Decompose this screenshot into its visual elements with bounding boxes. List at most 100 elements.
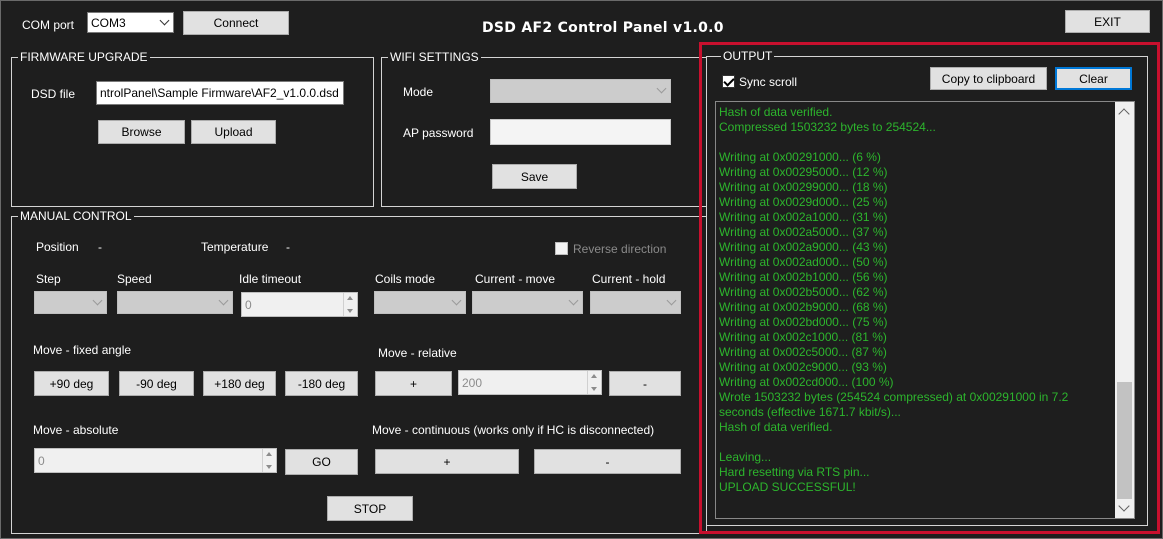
continuous-minus-button[interactable]: - — [534, 449, 681, 474]
continuous-label: Move - continuous (works only if HC is d… — [372, 423, 655, 437]
chevron-down-icon — [666, 295, 677, 305]
spin-down-icon — [347, 309, 353, 313]
position-value: - — [98, 240, 102, 254]
output-title: OUTPUT — [721, 49, 775, 63]
output-log[interactable]: Hash of data verified. Compressed 1503232… — [715, 101, 1135, 519]
wifi-save-button[interactable]: Save — [492, 164, 577, 189]
step-label: Step — [36, 272, 61, 286]
wifi-mode-select[interactable] — [490, 79, 671, 103]
log-line: Writing at 0x002b9000... (68 %) — [719, 300, 888, 314]
wifi-mode-label: Mode — [403, 85, 434, 99]
relative-steps-value: 200 — [462, 375, 483, 390]
relative-steps-stepper[interactable]: 200 — [458, 370, 602, 395]
spin-buttons[interactable] — [262, 449, 276, 472]
exit-button[interactable]: EXIT — [1065, 10, 1150, 33]
minus-90-deg-button[interactable]: -90 deg — [119, 371, 194, 396]
log-line: Writing at 0x002a1000... (31 %) — [719, 210, 888, 224]
stop-button[interactable]: STOP — [327, 496, 413, 521]
log-line: Hash of data verified. — [719, 105, 833, 119]
step-select[interactable] — [34, 291, 107, 314]
chevron-down-icon — [218, 295, 229, 305]
plus-90-deg-button[interactable]: +90 deg — [34, 371, 109, 396]
reverse-direction-checkbox[interactable] — [555, 242, 568, 255]
spin-down-icon — [591, 387, 597, 391]
log-line: Writing at 0x00299000... (18 %) — [719, 180, 888, 194]
manual-control-title: MANUAL CONTROL — [18, 209, 134, 223]
spin-up-icon — [347, 296, 353, 300]
manual-control-group: MANUAL CONTROL — [11, 209, 707, 534]
log-line: Writing at 0x00295000... (12 %) — [719, 165, 888, 179]
com-port-select[interactable]: COM3 — [87, 12, 174, 33]
ap-password-label: AP password — [403, 126, 474, 140]
output-scrollbar[interactable] — [1115, 102, 1134, 518]
ap-password-input[interactable] — [490, 119, 671, 145]
speed-label: Speed — [117, 272, 152, 286]
absolute-position-value: 0 — [38, 453, 45, 468]
dsd-file-input[interactable]: ntrolPanel\Sample Firmware\AF2_v1.0.0.ds… — [96, 81, 344, 105]
log-line: Writing at 0x002c9000... (93 %) — [719, 360, 887, 374]
clear-button[interactable]: Clear — [1055, 67, 1132, 90]
log-line: Writing at 0x002c5000... (87 %) — [719, 345, 887, 359]
log-line: Writing at 0x002a5000... (37 %) — [719, 225, 888, 239]
log-line: Writing at 0x0029d000... (25 %) — [719, 195, 888, 209]
log-line: Leaving... — [719, 450, 772, 464]
chevron-down-icon — [568, 295, 579, 305]
scrollbar-thumb[interactable] — [1117, 382, 1132, 499]
speed-select[interactable] — [117, 291, 233, 314]
absolute-label: Move - absolute — [33, 423, 119, 437]
spin-up-icon — [266, 452, 272, 456]
current-hold-select[interactable] — [590, 291, 681, 314]
log-line: Compressed 1503232 bytes to 254524... — [719, 120, 936, 134]
sync-scroll-label: Sync scroll — [739, 75, 798, 89]
firmware-upgrade-title: FIRMWARE UPGRADE — [18, 50, 150, 64]
log-line: Writing at 0x002a9000... (43 %) — [719, 240, 888, 254]
go-button[interactable]: GO — [285, 449, 358, 475]
scroll-down-icon[interactable] — [1118, 500, 1130, 512]
relative-minus-button[interactable]: - — [609, 371, 681, 396]
log-line: UPLOAD SUCCESSFUL! — [719, 480, 856, 494]
spin-buttons[interactable] — [343, 293, 357, 316]
chevron-down-icon — [451, 295, 462, 305]
spin-up-icon — [591, 374, 597, 378]
log-line: Writing at 0x002bd000... (75 %) — [719, 315, 888, 329]
copy-to-clipboard-button[interactable]: Copy to clipboard — [930, 67, 1047, 90]
upload-button[interactable]: Upload — [191, 120, 276, 144]
log-line: Writing at 0x002b1000... (56 %) — [719, 270, 888, 284]
continuous-plus-button[interactable]: + — [375, 449, 519, 474]
relative-plus-button[interactable]: + — [375, 371, 452, 396]
browse-button[interactable]: Browse — [98, 120, 185, 144]
log-line: Writing at 0x002c1000... (81 %) — [719, 330, 887, 344]
wifi-settings-title: WIFI SETTINGS — [388, 50, 481, 64]
position-label: Position — [36, 240, 79, 254]
chevron-down-icon — [92, 295, 103, 305]
dsd-file-label: DSD file — [31, 87, 76, 101]
log-line: Writing at 0x002cd000... (100 %) — [719, 375, 894, 389]
com-port-label: COM port — [22, 18, 75, 32]
idle-timeout-value: 0 — [245, 297, 252, 312]
log-line: Wrote 1503232 bytes (254524 compressed) … — [719, 390, 1069, 404]
absolute-position-stepper[interactable]: 0 — [34, 448, 277, 473]
minus-180-deg-button[interactable]: -180 deg — [285, 371, 358, 396]
current-move-select[interactable] — [472, 291, 583, 314]
app-title: DSD AF2 Control Panel v1.0.0 — [482, 20, 724, 36]
relative-label: Move - relative — [378, 346, 457, 360]
coils-mode-select[interactable] — [374, 291, 466, 314]
sync-scroll-checkbox[interactable] — [722, 75, 735, 88]
plus-180-deg-button[interactable]: +180 deg — [203, 371, 276, 396]
chevron-down-icon — [159, 15, 170, 25]
connect-button[interactable]: Connect — [183, 11, 289, 35]
spin-buttons[interactable] — [587, 371, 601, 394]
current-hold-label: Current - hold — [592, 272, 666, 286]
reverse-direction-label: Reverse direction — [573, 242, 667, 256]
idle-timeout-label: Idle timeout — [239, 272, 302, 286]
log-line: seconds (effective 1671.7 kbit/s)... — [719, 405, 901, 419]
com-port-value: COM3 — [91, 15, 126, 30]
coils-mode-label: Coils mode — [375, 272, 436, 286]
log-line: Writing at 0x002b5000... (62 %) — [719, 285, 888, 299]
temperature-label: Temperature — [201, 240, 269, 254]
log-line: Writing at 0x002ad000... (50 %) — [719, 255, 888, 269]
scroll-up-icon[interactable] — [1118, 108, 1130, 120]
idle-timeout-stepper[interactable]: 0 — [241, 292, 358, 317]
